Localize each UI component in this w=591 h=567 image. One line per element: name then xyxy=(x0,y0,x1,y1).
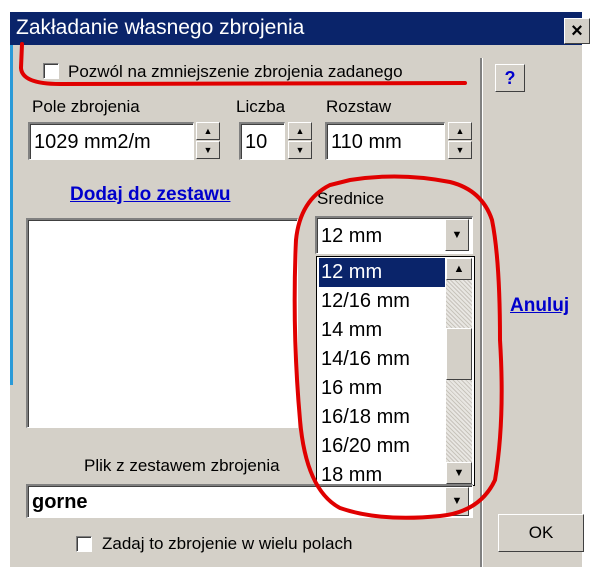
help-button[interactable]: ? xyxy=(495,64,525,92)
liczba-label: Liczba xyxy=(236,97,286,116)
rozstaw-spinner[interactable]: ▲ ▼ xyxy=(448,122,472,160)
rozstaw-spin-up-icon[interactable]: ▲ xyxy=(448,122,472,140)
allow-reduction-label: Pozwól na zmniejszenie zbrojenia zadaneg… xyxy=(68,62,403,81)
srednice-dropdown-arrow-icon[interactable]: ▼ xyxy=(445,219,469,251)
list-item[interactable]: 16 mm xyxy=(319,374,445,403)
ok-button[interactable]: OK xyxy=(498,514,584,552)
scrollbar-thumb[interactable] xyxy=(446,328,472,380)
list-item[interactable]: 16/18 mm xyxy=(319,403,445,432)
allow-reduction-checkbox[interactable] xyxy=(43,63,59,79)
file-combobox[interactable]: gorne ▼ xyxy=(26,484,473,518)
rozstaw-spin-down-icon[interactable]: ▼ xyxy=(448,141,472,159)
file-label: Plik z zestawem zbrojenia xyxy=(84,456,280,475)
rozstaw-value: 110 mm xyxy=(331,131,402,153)
ok-button-label: OK xyxy=(528,523,554,542)
file-value: gorne xyxy=(32,491,88,513)
liczba-value: 10 xyxy=(245,131,268,153)
reinforcement-set-list[interactable] xyxy=(26,218,298,428)
liczba-spin-up-icon[interactable]: ▲ xyxy=(288,122,312,140)
window-title: Zakładanie własnego zbrojenia xyxy=(16,16,305,39)
multi-fields-label: Zadaj to zbrojenie w wielu polach xyxy=(102,534,353,553)
pole-spin-up-icon[interactable]: ▲ xyxy=(196,122,220,140)
multi-fields-checkbox[interactable] xyxy=(76,536,92,552)
close-icon: × xyxy=(571,20,583,42)
file-dropdown-arrow-icon[interactable]: ▼ xyxy=(445,487,469,516)
scroll-down-icon[interactable]: ▼ xyxy=(446,462,472,484)
srednice-selected: 12 mm xyxy=(321,225,383,247)
pole-zbrojenia-label: Pole zbrojenia xyxy=(32,97,140,116)
vertical-separator xyxy=(480,58,483,567)
liczba-spinner[interactable]: ▲ ▼ xyxy=(288,122,312,160)
list-item[interactable]: 12/16 mm xyxy=(319,287,445,316)
list-item[interactable]: 14 mm xyxy=(319,316,445,345)
pole-zbrojenia-spinner[interactable]: ▲ ▼ xyxy=(196,122,220,160)
rozstaw-label: Rozstaw xyxy=(326,97,392,116)
list-item[interactable]: 16/20 mm xyxy=(319,432,445,461)
srednice-combobox[interactable]: 12 mm ▼ xyxy=(315,216,473,254)
left-edge-accent xyxy=(10,45,13,385)
scroll-up-icon[interactable]: ▲ xyxy=(446,258,472,280)
pole-zbrojenia-value: 1029 mm2/m xyxy=(34,131,151,153)
list-item[interactable]: 14/16 mm xyxy=(319,345,445,374)
liczba-spin-down-icon[interactable]: ▼ xyxy=(288,141,312,159)
srednice-label: Średnice xyxy=(317,189,385,208)
pole-spin-down-icon[interactable]: ▼ xyxy=(196,141,220,159)
add-to-set-link[interactable]: Dodaj do zestawu xyxy=(70,184,230,206)
close-button[interactable]: × xyxy=(564,18,590,44)
help-icon: ? xyxy=(504,68,516,88)
rozstaw-input[interactable]: 110 mm xyxy=(325,122,445,160)
list-item[interactable]: 12 mm xyxy=(319,258,445,287)
cancel-link[interactable]: Anuluj xyxy=(510,295,569,317)
liczba-input[interactable]: 10 xyxy=(239,122,285,160)
pole-zbrojenia-input[interactable]: 1029 mm2/m xyxy=(28,122,194,160)
